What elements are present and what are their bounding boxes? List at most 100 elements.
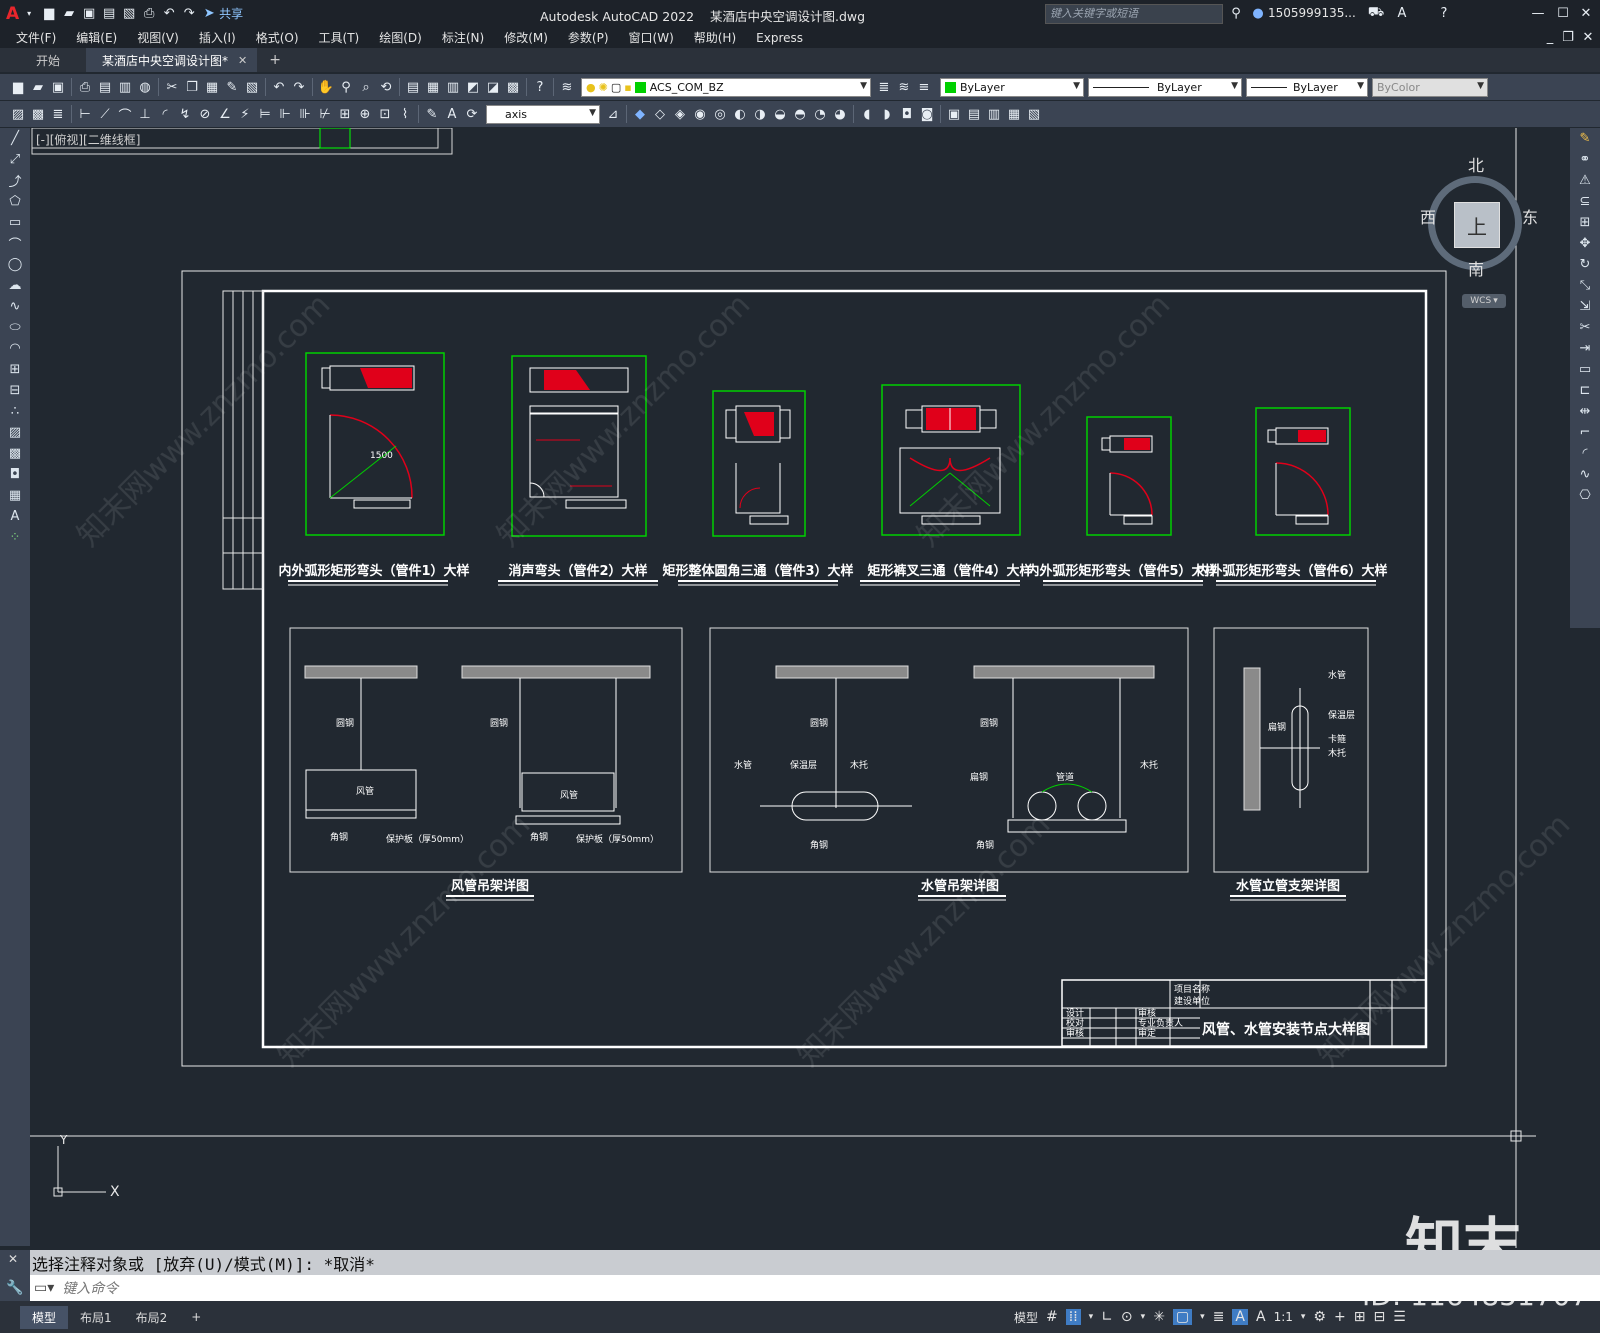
dim-linear-icon[interactable]: ⊢ <box>76 105 94 123</box>
dimtedit-icon[interactable]: A <box>443 105 461 123</box>
command-prompt-icon[interactable]: ▭▾ <box>34 1280 54 1296</box>
menu-insert[interactable]: 插入(I) <box>189 29 246 46</box>
annomonitor-icon[interactable]: + <box>1334 1309 1346 1325</box>
v9-icon[interactable]: ◓ <box>791 105 809 123</box>
redo-tool-icon[interactable]: ↷ <box>290 78 308 96</box>
menu-help[interactable]: 帮助(H) <box>684 29 746 46</box>
a360-icon[interactable]: A <box>1393 4 1411 22</box>
undo-tool-icon[interactable]: ↶ <box>270 78 288 96</box>
user-icon[interactable]: ● <box>1249 4 1267 22</box>
plot-icon[interactable]: ⎙ <box>76 78 94 96</box>
dim-break-icon[interactable]: ⊬ <box>316 105 334 123</box>
wcs-menu[interactable]: WCS ▾ <box>1462 294 1506 308</box>
copy-object-icon[interactable]: ⚭ <box>1570 149 1600 170</box>
spline-icon[interactable]: ∿ <box>0 296 30 317</box>
scale-dropdown-icon[interactable]: ▾ <box>1301 1312 1306 1322</box>
cut-icon[interactable]: ✂ <box>163 78 181 96</box>
dimstyle-manager-icon[interactable]: ⊿ <box>604 105 622 123</box>
menu-view[interactable]: 视图(V) <box>127 29 189 46</box>
move-icon[interactable]: ✥ <box>1570 233 1600 254</box>
menu-format[interactable]: 格式(O) <box>246 29 309 46</box>
search-input[interactable]: 键入关键字或短语 <box>1046 7 1138 20</box>
w4-icon[interactable]: ◙ <box>918 105 936 123</box>
viewcube-south[interactable]: 南 <box>1468 256 1484 280</box>
tool-a-icon[interactable]: ▨ <box>9 105 27 123</box>
fitting-3[interactable] <box>712 390 806 537</box>
tab-start[interactable]: 开始 <box>0 52 86 69</box>
menu-parametric[interactable]: 参数(P) <box>558 29 619 46</box>
polyline-icon[interactable]: ⤴ <box>0 170 30 191</box>
trim-icon[interactable]: ✂ <box>1570 317 1600 338</box>
x1-icon[interactable]: ▣ <box>945 105 963 123</box>
fillet-icon[interactable]: ◜ <box>1570 443 1600 464</box>
dim-space-icon[interactable]: ⊪ <box>296 105 314 123</box>
w3-icon[interactable]: ◘ <box>898 105 916 123</box>
cart-icon[interactable]: ⛟ <box>1367 4 1385 22</box>
redo-icon[interactable]: ↷ <box>180 5 198 23</box>
circle-icon[interactable]: ◯ <box>0 254 30 275</box>
add-selected-icon[interactable]: ⁘ <box>0 527 30 548</box>
break-point-icon[interactable]: ▭ <box>1570 359 1600 380</box>
dim-jogged-icon[interactable]: ↯ <box>176 105 194 123</box>
menu-file[interactable]: 文件(F) <box>6 29 66 46</box>
isodraft-icon[interactable]: ✳ <box>1153 1309 1165 1325</box>
command-input[interactable]: 键入命令 <box>62 1278 118 1298</box>
insert-block-icon[interactable]: ⊞ <box>0 359 30 380</box>
share-button[interactable]: 共享 <box>219 5 243 22</box>
v10-icon[interactable]: ◔ <box>811 105 829 123</box>
osnap-icon[interactable]: ▢ <box>1172 1309 1193 1325</box>
viewport-label[interactable]: [-][俯视][二维线框] <box>36 132 140 147</box>
polar-dropdown-icon[interactable]: ▾ <box>1141 1312 1146 1322</box>
design-center-icon[interactable]: ▦ <box>424 78 442 96</box>
extend-icon[interactable]: ⇥ <box>1570 338 1600 359</box>
dim-arc-icon[interactable]: ⌒ <box>116 105 134 124</box>
fitting-6[interactable] <box>1255 407 1351 536</box>
wrench-icon[interactable]: 🔧 <box>0 1275 30 1301</box>
globe-icon[interactable]: ◍ <box>136 78 154 96</box>
saveas-icon[interactable]: ▤ <box>100 5 118 23</box>
menu-tools[interactable]: 工具(T) <box>309 29 370 46</box>
publish-icon[interactable]: ▧ <box>120 5 138 23</box>
dim-ordinate-icon[interactable]: ⊥ <box>136 105 154 123</box>
autocad-logo-icon[interactable]: A <box>6 4 19 24</box>
help-icon[interactable]: ? <box>1435 4 1453 22</box>
explode-icon[interactable]: ⎔ <box>1570 485 1600 506</box>
make-block-icon[interactable]: ⊟ <box>0 380 30 401</box>
annotation-scale[interactable]: 1:1 <box>1274 1310 1293 1324</box>
zoom-previous-icon[interactable]: ⟲ <box>377 78 395 96</box>
doc-restore-icon[interactable]: ❐ <box>1559 28 1577 46</box>
break-icon[interactable]: ⊏ <box>1570 380 1600 401</box>
dim-radius-icon[interactable]: ◜ <box>156 105 174 123</box>
quick-dim-icon[interactable]: ⚡ <box>236 105 254 123</box>
layer-combo[interactable]: ● ✺ ▢ ▪ ACS_COM_BZ ▼ <box>581 77 871 97</box>
tool-c-icon[interactable]: ≣ <box>49 105 67 123</box>
quickcalc-icon[interactable]: ▩ <box>504 78 522 96</box>
stretch-icon[interactable]: ⇲ <box>1570 296 1600 317</box>
pan-icon[interactable]: ✋ <box>317 78 335 96</box>
jogged-linear-icon[interactable]: ⌇ <box>396 105 414 123</box>
construction-line-icon[interactable]: ⤢ <box>0 149 30 170</box>
layer-state-icon[interactable]: ≡ <box>915 78 933 96</box>
polar-icon[interactable]: ⊙ <box>1121 1309 1133 1325</box>
layout-tab-model[interactable]: 模型 <box>20 1305 69 1329</box>
layer-previous-icon[interactable]: ≋ <box>895 78 913 96</box>
properties-icon[interactable]: ▤ <box>404 78 422 96</box>
dimstyle-combo[interactable]: axis ▼ <box>486 104 600 124</box>
scale-icon[interactable]: ⤡ <box>1570 275 1600 296</box>
v3-icon[interactable]: ◈ <box>671 105 689 123</box>
join-icon[interactable]: ⇹ <box>1570 401 1600 422</box>
ortho-icon[interactable]: ∟ <box>1101 1309 1113 1325</box>
close-icon[interactable]: ✕ <box>1577 4 1595 22</box>
publish3d-icon[interactable]: ▥ <box>116 78 134 96</box>
menu-draw[interactable]: 绘图(D) <box>369 29 432 46</box>
x3-icon[interactable]: ▥ <box>985 105 1003 123</box>
mtext-icon[interactable]: A <box>0 506 30 527</box>
zoom-realtime-icon[interactable]: ⚲ <box>337 78 355 96</box>
w1-icon[interactable]: ◖ <box>858 105 876 123</box>
viewcube-west[interactable]: 西 <box>1420 204 1436 228</box>
tab-close-icon[interactable]: ✕ <box>238 54 247 67</box>
menu-window[interactable]: 窗口(W) <box>619 29 684 46</box>
open-icon[interactable]: ▰ <box>60 5 78 23</box>
v8-icon[interactable]: ◒ <box>771 105 789 123</box>
doc-minimize-icon[interactable]: _ <box>1541 28 1559 46</box>
